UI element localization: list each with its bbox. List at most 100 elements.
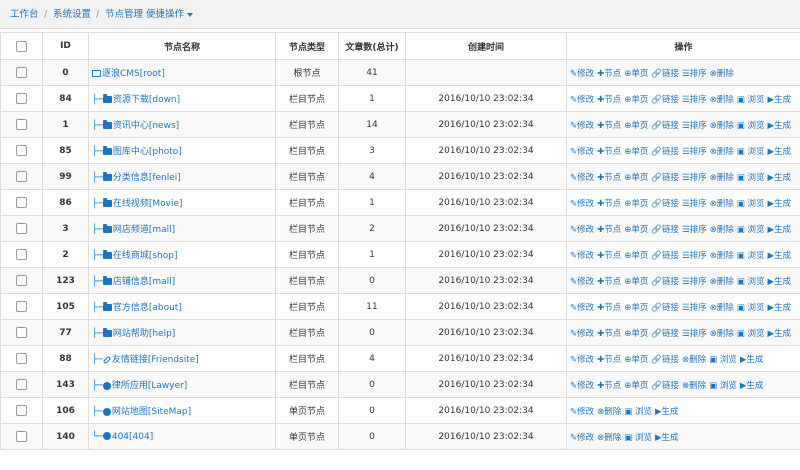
row-action-button[interactable]: ⊗删除: [710, 173, 734, 183]
row-action-button[interactable]: ⊗删除: [710, 251, 734, 261]
row-action-button[interactable]: ⊗删除: [682, 381, 706, 391]
row-action-button[interactable]: ⊕单页: [624, 121, 648, 131]
row-node-link[interactable]: 在线商城[shop]: [113, 251, 178, 261]
row-checkbox[interactable]: [16, 197, 27, 208]
row-select-cell[interactable]: [0, 85, 43, 112]
row-action-button[interactable]: ▶生成: [767, 199, 791, 209]
row-checkbox[interactable]: [16, 171, 27, 182]
row-action-button[interactable]: ✚节点: [597, 147, 621, 157]
column-header-type[interactable]: 节点类型: [275, 32, 339, 60]
row-action-button[interactable]: ☰排序: [682, 69, 707, 79]
row-select-cell[interactable]: [0, 215, 43, 242]
row-node-link[interactable]: 官方信息[about]: [113, 303, 182, 313]
row-action-button[interactable]: ✚节点: [597, 95, 621, 105]
row-action-button[interactable]: ✚节点: [597, 69, 621, 79]
row-action-button[interactable]: ⊕单页: [624, 225, 648, 235]
row-action-button[interactable]: ✎修改: [570, 251, 594, 261]
select-all-cell[interactable]: [0, 32, 43, 60]
column-header-name[interactable]: 节点名称: [88, 32, 276, 60]
row-select-cell[interactable]: [0, 189, 43, 216]
row-action-button[interactable]: ⊗删除: [710, 277, 734, 287]
row-action-button[interactable]: ✚节点: [597, 173, 621, 183]
row-action-button[interactable]: ☰排序: [682, 251, 707, 261]
row-action-button[interactable]: ▶生成: [655, 433, 679, 443]
row-action-button[interactable]: ✚节点: [597, 225, 621, 235]
row-action-button[interactable]: ▣ 浏览: [737, 329, 765, 339]
row-action-button[interactable]: ▣ 浏览: [737, 303, 765, 313]
row-action-button[interactable]: 🔗链接: [651, 355, 679, 365]
column-header-created[interactable]: 创建时间: [405, 32, 567, 60]
row-checkbox[interactable]: [16, 145, 27, 156]
row-action-button[interactable]: ▶生成: [767, 147, 791, 157]
row-action-button[interactable]: ☰排序: [682, 277, 707, 287]
row-action-button[interactable]: ✎修改: [570, 147, 594, 157]
row-action-button[interactable]: ⊗删除: [710, 303, 734, 313]
breadcrumb-home[interactable]: 工作台: [10, 0, 39, 29]
row-node-link[interactable]: 资源下载[down]: [113, 95, 180, 105]
row-action-button[interactable]: 🔗链接: [651, 303, 679, 313]
row-action-button[interactable]: ⊕单页: [624, 303, 648, 313]
row-action-button[interactable]: ▶生成: [767, 303, 791, 313]
row-node-link[interactable]: 网站地图[SiteMap]: [112, 407, 191, 417]
row-action-button[interactable]: ✚节点: [597, 277, 621, 287]
row-action-button[interactable]: ✎修改: [570, 303, 594, 313]
row-action-button[interactable]: ⊕单页: [624, 329, 648, 339]
row-action-button[interactable]: ✎修改: [570, 329, 594, 339]
row-select-cell[interactable]: [0, 163, 43, 190]
row-action-button[interactable]: ▣ 浏览: [737, 173, 765, 183]
row-node-link[interactable]: 在线视频[Movie]: [113, 199, 183, 209]
row-action-button[interactable]: ✎修改: [570, 381, 594, 391]
row-action-button[interactable]: ▣ 浏览: [737, 225, 765, 235]
row-action-button[interactable]: ✚节点: [597, 251, 621, 261]
row-action-button[interactable]: ▶生成: [740, 355, 764, 365]
row-action-button[interactable]: ✎修改: [570, 69, 594, 79]
row-node-link[interactable]: 资讯中心[news]: [113, 121, 179, 131]
row-select-cell[interactable]: [0, 267, 43, 294]
row-action-button[interactable]: 🔗链接: [651, 381, 679, 391]
row-node-link[interactable]: 逐浪CMS[root]: [102, 69, 165, 79]
row-node-link[interactable]: 网站帮助[help]: [113, 329, 175, 339]
row-action-button[interactable]: 🔗链接: [651, 69, 679, 79]
row-action-button[interactable]: ✎修改: [570, 355, 594, 365]
breadcrumb-current-dropdown[interactable]: 节点管理 便捷操作: [105, 0, 194, 29]
row-action-button[interactable]: ⊗删除: [710, 147, 734, 157]
row-action-button[interactable]: ▣ 浏览: [709, 381, 737, 391]
row-select-cell[interactable]: [0, 397, 43, 424]
row-action-button[interactable]: ▶生成: [767, 225, 791, 235]
row-checkbox[interactable]: [16, 223, 27, 234]
row-action-button[interactable]: ⊗删除: [710, 69, 734, 79]
row-select-cell[interactable]: [0, 319, 43, 346]
row-action-button[interactable]: ⊗删除: [597, 433, 621, 443]
row-action-button[interactable]: ☰排序: [682, 147, 707, 157]
row-checkbox[interactable]: [16, 119, 27, 130]
row-action-button[interactable]: 🔗链接: [651, 225, 679, 235]
row-action-button[interactable]: ▣ 浏览: [737, 251, 765, 261]
row-action-button[interactable]: ⊕单页: [624, 147, 648, 157]
select-all-checkbox[interactable]: [16, 40, 27, 52]
row-select-cell[interactable]: [0, 59, 43, 86]
row-action-button[interactable]: ⊗删除: [710, 121, 734, 131]
row-node-link[interactable]: 网店频道[mall]: [113, 225, 175, 235]
row-action-button[interactable]: ✎修改: [570, 225, 594, 235]
row-action-button[interactable]: ▣ 浏览: [737, 121, 765, 131]
row-action-button[interactable]: ▶生成: [767, 121, 791, 131]
row-action-button[interactable]: ▣ 浏览: [737, 147, 765, 157]
row-checkbox[interactable]: [16, 275, 27, 286]
row-checkbox[interactable]: [16, 327, 27, 338]
row-action-button[interactable]: ▶生成: [740, 381, 764, 391]
row-action-button[interactable]: ✚节点: [597, 355, 621, 365]
row-action-button[interactable]: ⊕单页: [624, 95, 648, 105]
row-action-button[interactable]: ⊕单页: [624, 173, 648, 183]
row-action-button[interactable]: ☰排序: [682, 225, 707, 235]
row-action-button[interactable]: ▶生成: [767, 251, 791, 261]
row-action-button[interactable]: ☰排序: [682, 95, 707, 105]
row-action-button[interactable]: ✎修改: [570, 433, 594, 443]
row-action-button[interactable]: ▣ 浏览: [737, 277, 765, 287]
row-action-button[interactable]: ⊗删除: [710, 225, 734, 235]
row-action-button[interactable]: ▣ 浏览: [737, 95, 765, 105]
row-action-button[interactable]: ▣ 浏览: [709, 355, 737, 365]
row-action-button[interactable]: 🔗链接: [651, 95, 679, 105]
row-select-cell[interactable]: [0, 345, 43, 372]
row-select-cell[interactable]: [0, 293, 43, 320]
row-action-button[interactable]: ✚节点: [597, 329, 621, 339]
